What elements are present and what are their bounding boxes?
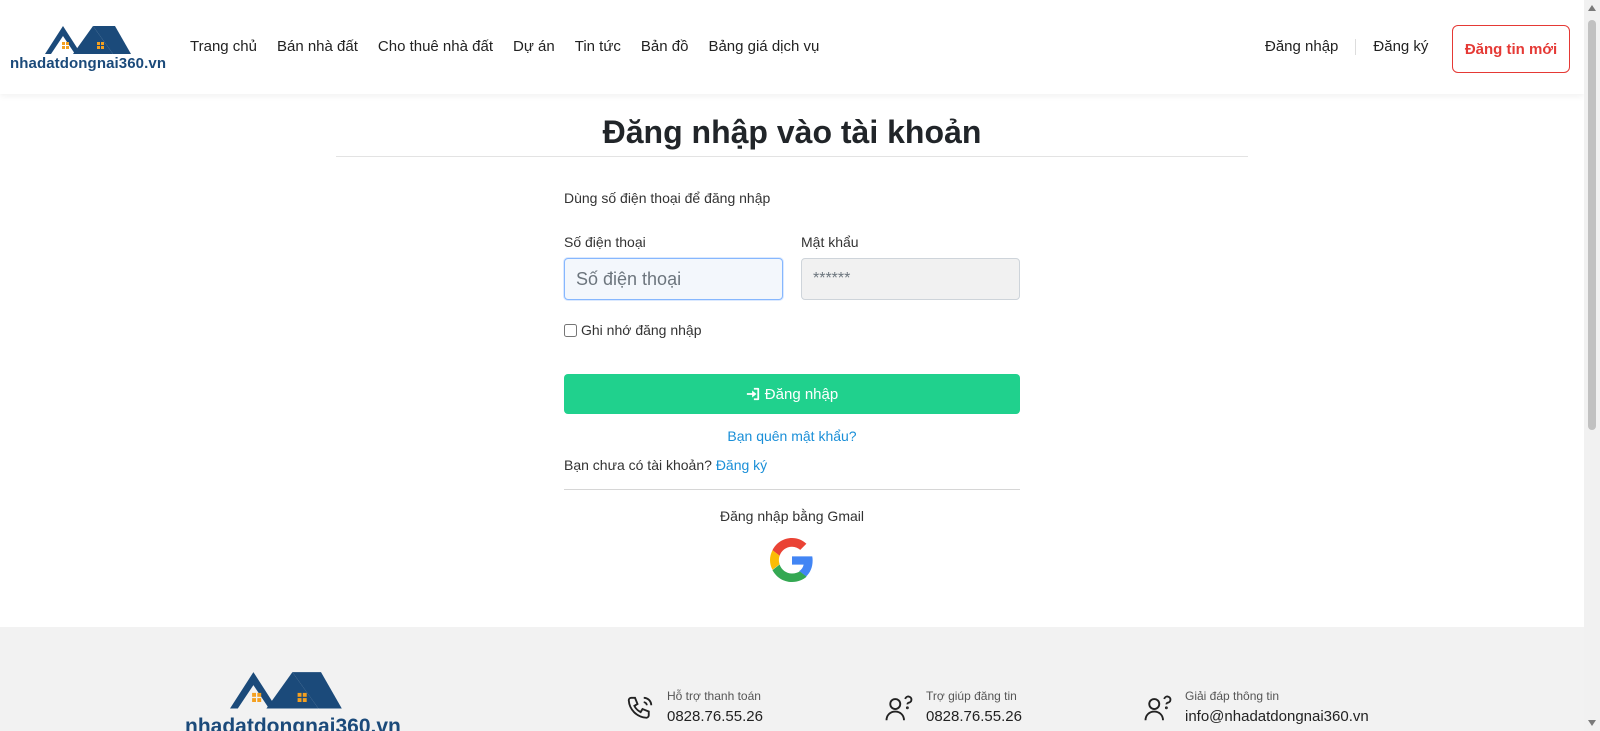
footer-info-help: Giải đáp thông tin info@nhadatdongnai360… [1143, 689, 1369, 725]
password-input[interactable] [801, 258, 1020, 300]
remember-row: Ghi nhớ đăng nhập [564, 322, 1020, 338]
footer-payment-support: Hỗ trợ thanh toán 0828.76.55.26 [625, 689, 763, 725]
scroll-up-arrow-icon[interactable] [1588, 5, 1596, 11]
login-button-label: Đăng nhập [764, 385, 839, 403]
nav-ban-do[interactable]: Bản đồ [641, 38, 689, 55]
header-register-link[interactable]: Đăng ký [1373, 38, 1428, 55]
signup-link[interactable]: Đăng ký [716, 457, 767, 473]
nav-ban-nha-dat[interactable]: Bán nhà đất [277, 38, 358, 55]
user-help-icon [1144, 695, 1172, 721]
footer-posting-help: Trợ giúp đăng tin 0828.76.55.26 [884, 689, 1022, 725]
password-group: Mật khẩu [801, 234, 1020, 300]
logo-roof-icon [45, 26, 131, 54]
scroll-thumb[interactable] [1588, 20, 1596, 430]
phone-icon [627, 696, 653, 719]
no-account-text: Bạn chưa có tài khoản? [564, 457, 712, 473]
title-divider [336, 156, 1248, 157]
footer-item-value[interactable]: 0828.76.55.26 [926, 708, 1022, 725]
google-icon[interactable] [770, 538, 814, 582]
phone-group: Số điện thoại [564, 234, 783, 300]
auth-links: Đăng nhập Đăng ký [1265, 38, 1428, 55]
auth-divider [1355, 38, 1357, 55]
nav-tin-tuc[interactable]: Tin tức [575, 38, 621, 55]
header-login-link[interactable]: Đăng nhập [1265, 38, 1338, 55]
footer-item-label: Giải đáp thông tin [1185, 689, 1280, 703]
footer-logo[interactable]: nhadatdongnai360.vn [185, 669, 415, 731]
site-header: nhadatdongnai360.vn Trang chủ Bán nhà đấ… [0, 0, 1584, 94]
user-help-icon [885, 695, 913, 721]
footer-item-label: Hỗ trợ thanh toán [667, 689, 761, 703]
footer-item-label: Trợ giúp đăng tin [926, 689, 1017, 703]
footer-logo-text: nhadatdongnai360.vn [185, 715, 401, 731]
logo-text: nhadatdongnai360.vn [10, 55, 167, 72]
phone-input[interactable] [564, 258, 783, 300]
nav-cho-thue-nha-dat[interactable]: Cho thuê nhà đất [378, 38, 493, 55]
forgot-password-link[interactable]: Bạn quên mật khẩu? [564, 428, 1020, 444]
post-listing-button[interactable]: Đăng tin mới [1452, 25, 1570, 73]
login-hint: Dùng số điện thoại để đăng nhập [564, 190, 771, 206]
page-title: Đăng nhập vào tài khoản [602, 114, 982, 150]
remember-label: Ghi nhớ đăng nhập [581, 322, 702, 338]
page-scrollbar[interactable] [1584, 0, 1600, 731]
phone-label: Số điện thoại [564, 234, 646, 250]
site-logo[interactable]: nhadatdongnai360.vn [10, 24, 170, 74]
nav-trang-chu[interactable]: Trang chủ [190, 38, 257, 55]
remember-checkbox[interactable] [564, 323, 577, 337]
signup-row: Bạn chưa có tài khoản? Đăng ký [564, 457, 1020, 473]
sign-in-icon [746, 387, 759, 401]
form-divider [564, 489, 1020, 490]
footer-item-value[interactable]: info@nhadatdongnai360.vn [1185, 708, 1369, 725]
footer-logo-roof-icon [230, 672, 342, 709]
login-form: Dùng số điện thoại để đăng nhập Số điện … [564, 180, 1020, 582]
password-label: Mật khẩu [801, 234, 859, 250]
footer-item-value[interactable]: 0828.76.55.26 [667, 708, 763, 725]
login-button[interactable]: Đăng nhập [564, 374, 1020, 414]
scroll-down-arrow-icon[interactable] [1588, 720, 1596, 726]
site-footer: nhadatdongnai360.vn Hỗ trợ thanh toán 08… [0, 627, 1584, 731]
gmail-login-text: Đăng nhập bằng Gmail [720, 508, 864, 524]
nav-du-an[interactable]: Dự án [513, 38, 555, 55]
nav-bang-gia-dich-vu[interactable]: Bảng giá dịch vụ [708, 38, 819, 55]
main-nav: Trang chủ Bán nhà đất Cho thuê nhà đất D… [190, 38, 819, 55]
credentials-row: Số điện thoại Mật khẩu [564, 234, 1020, 300]
